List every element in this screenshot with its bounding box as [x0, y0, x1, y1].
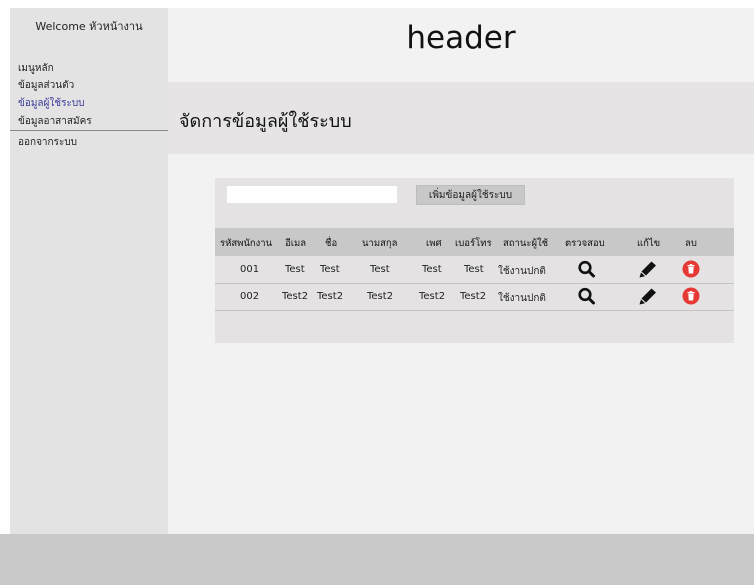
cell-phone: Test	[464, 264, 484, 275]
welcome-text: Welcome หัวหน้างาน	[35, 20, 143, 33]
trash-icon[interactable]	[682, 287, 702, 305]
title-bar: จัดการข้อมูลผู้ใช้ระบบ	[168, 82, 754, 154]
column-header-delete: ลบ	[685, 238, 697, 249]
cell-phone: Test2	[460, 291, 487, 302]
users-panel: เพิ่มข้อมูลผู้ใช้ระบบ รหัสพนักงาน อีเมล …	[215, 178, 734, 343]
cell-email: Test	[285, 264, 305, 275]
column-header-view: ตรวจสอบ	[565, 238, 605, 249]
search-icon[interactable]	[577, 287, 597, 305]
column-header-last-name: นามสกุล	[362, 238, 398, 249]
column-header-gender: เพศ	[426, 238, 442, 249]
column-header-edit: แก้ไข	[637, 238, 661, 249]
search-icon[interactable]	[577, 260, 597, 278]
main-content: header จัดการข้อมูลผู้ใช้ระบบ เพิ่มข้อมู…	[168, 8, 754, 534]
table-row: 001 Test Test Test Test Test ใช้งานปกติ	[215, 256, 734, 284]
sidebar-item-volunteers[interactable]: ข้อมูลอาสาสมัคร	[18, 114, 92, 129]
search-input[interactable]	[227, 186, 397, 203]
cell-employee-id: 001	[240, 264, 260, 275]
cell-email: Test2	[282, 291, 309, 302]
header: header	[168, 8, 754, 82]
add-user-button[interactable]: เพิ่มข้อมูลผู้ใช้ระบบ	[416, 185, 525, 205]
table-header: รหัสพนักงาน อีเมล ชื่อ นามสกุล เพศ เบอร์…	[215, 228, 734, 256]
column-header-first-name: ชื่อ	[325, 238, 338, 249]
column-header-user-status: สถานะผู้ใช้	[503, 238, 549, 249]
pencil-icon[interactable]	[638, 260, 658, 278]
sidebar-item-personal-info[interactable]: ข้อมูลส่วนตัว	[18, 78, 74, 93]
cell-user-status: ใช้งานปกติ	[498, 293, 546, 304]
cell-gender: Test2	[419, 291, 446, 302]
cell-user-status: ใช้งานปกติ	[498, 266, 546, 277]
footer	[0, 534, 754, 585]
cell-employee-id: 002	[240, 291, 260, 302]
sidebar: Welcome หัวหน้างาน เมนูหลัก ข้อมูลส่วนตั…	[10, 8, 168, 534]
sidebar-item-system-users[interactable]: ข้อมูลผู้ใช้ระบบ	[18, 96, 85, 111]
pencil-icon[interactable]	[638, 287, 658, 305]
column-header-phone: เบอร์โทร	[455, 238, 492, 249]
cell-last-name: Test2	[367, 291, 394, 302]
header-title: header	[406, 20, 516, 56]
sidebar-item-main-menu[interactable]: เมนูหลัก	[18, 61, 54, 76]
cell-first-name: Test	[320, 264, 340, 275]
cell-first-name: Test2	[317, 291, 344, 302]
sidebar-item-logout[interactable]: ออกจากระบบ	[18, 135, 77, 150]
table-row: 002 Test2 Test2 Test2 Test2 Test2 ใช้งาน…	[215, 283, 734, 311]
cell-last-name: Test	[370, 264, 390, 275]
sidebar-divider	[10, 130, 168, 131]
column-header-email: อีเมล	[285, 238, 307, 249]
page-title: จัดการข้อมูลผู้ใช้ระบบ	[179, 111, 352, 132]
trash-icon[interactable]	[682, 260, 702, 278]
cell-gender: Test	[422, 264, 442, 275]
column-header-employee-id: รหัสพนักงาน	[220, 238, 273, 249]
